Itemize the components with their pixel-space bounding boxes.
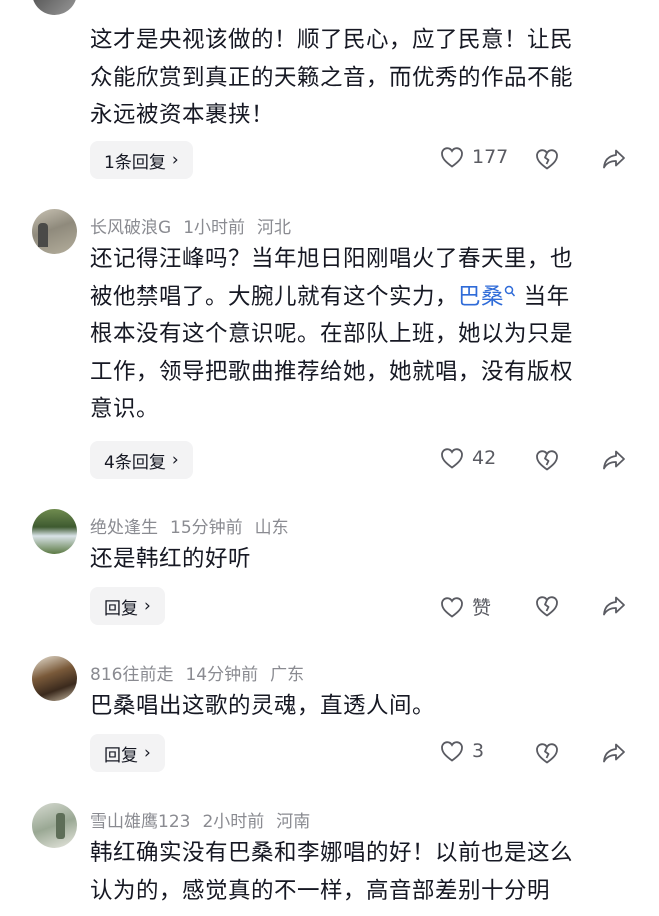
like-count: 42 (472, 447, 497, 469)
like-button[interactable]: 42 (440, 447, 496, 469)
avatar[interactable] (32, 803, 77, 848)
like-count: 赞 (472, 597, 492, 619)
avatar[interactable] (32, 209, 77, 254)
like-button[interactable]: 赞 (440, 593, 491, 620)
share-arrow-icon[interactable] (602, 148, 626, 170)
timestamp: 14分钟前 (185, 665, 259, 685)
timestamp: 15分钟前 (170, 518, 243, 538)
broken-heart-icon[interactable] (535, 595, 559, 617)
location: 河北 (257, 218, 292, 238)
comment-line: 永远被资本裹挟！ (90, 102, 275, 128)
comment-line: 还记得汪峰吗？当年旭日阳刚唱火了春天里，也 (90, 246, 574, 272)
comment-line: 这才是央视该做的！顺了民心，应了民意！让民 (90, 27, 574, 53)
comment-line: 被他禁唱了。大腕儿就有这个实力，巴桑 当年 (90, 279, 635, 317)
avatar[interactable] (32, 509, 77, 554)
broken-heart-icon[interactable] (535, 148, 559, 170)
timestamp: 2小时前 (202, 812, 265, 832)
search-link[interactable]: 巴桑 (458, 284, 516, 310)
username[interactable]: 长风破浪G (90, 218, 171, 238)
like-count: 177 (472, 146, 509, 168)
heart-icon (441, 147, 463, 168)
comment-line: 工作，领导把歌曲推荐给她，她就唱，没有版权 (90, 358, 574, 385)
comment-meta: 绝处逢生 15分钟前 山东 (90, 513, 289, 538)
comment-text: 巴桑唱出这歌的灵魂，直透人间。 (90, 688, 635, 726)
heart-icon (441, 448, 463, 469)
username[interactable]: 绝处逢生 (90, 518, 158, 538)
heart-icon (441, 596, 463, 618)
like-button[interactable]: 3 (440, 740, 484, 762)
comment-line: 认为的，感觉真的不一样，高音部差别十分明 (90, 877, 551, 904)
search-icon (504, 285, 516, 296)
broken-heart-icon[interactable] (535, 449, 559, 471)
comment-meta: 816往前走 14分钟前 广东 (90, 660, 304, 685)
comment-text: 韩红确实没有巴桑和李娜唱的好！以前也是这么 认为的，感觉真的不一样，高音部差别十… (90, 835, 635, 910)
replies-label: 1条回复 (104, 152, 166, 173)
comment-fragment: 被他禁唱了。大腕儿就有这个实力， (90, 283, 459, 310)
username[interactable]: 雪山雄鹰123 (90, 812, 190, 832)
reply-label: 回复 (104, 598, 138, 619)
avatar[interactable] (32, 0, 77, 15)
share-arrow-icon[interactable] (602, 742, 626, 764)
comment-text: 这才是央视该做的！顺了民心，应了民意！让民 众能欣赏到真正的天籁之音，而优秀的作… (90, 22, 635, 135)
location: 河南 (276, 812, 311, 832)
comment-line: 韩红确实没有巴桑和李娜唱的好！以前也是这么 (90, 840, 574, 866)
avatar[interactable] (32, 656, 77, 701)
heart-icon (441, 741, 463, 762)
comment-line: 还是韩红的好听 (90, 546, 252, 572)
like-button[interactable]: 177 (440, 146, 508, 168)
broken-heart-icon[interactable] (535, 742, 559, 764)
chevron-right-icon: › (171, 450, 179, 470)
timestamp: 1小时前 (183, 218, 246, 238)
like-count: 3 (472, 740, 485, 762)
replies-button[interactable]: 4条回复 › (90, 441, 193, 479)
replies-label: 4条回复 (104, 452, 166, 473)
share-arrow-icon[interactable] (602, 449, 626, 471)
search-link-text: 巴桑 (458, 283, 505, 310)
location: 广东 (270, 665, 305, 685)
chevron-right-icon: › (144, 743, 151, 763)
comment-meta: 长风破浪G 1小时前 河北 (90, 213, 291, 238)
replies-button[interactable]: 1条回复 › (90, 141, 193, 179)
location: 山东 (254, 518, 289, 538)
chevron-right-icon: › (144, 596, 151, 616)
comment-text: 还记得汪峰吗？当年旭日阳刚唱火了春天里，也 被他禁唱了。大腕儿就有这个实力，巴桑… (90, 241, 635, 429)
comment-meta: 雪山雄鹰123 2小时前 河南 (90, 807, 310, 832)
chevron-right-icon: › (171, 150, 179, 170)
comment-text: 还是韩红的好听 (90, 541, 635, 579)
share-arrow-icon[interactable] (602, 595, 626, 617)
comment-fragment: 当年 (516, 283, 570, 310)
reply-label: 回复 (104, 745, 138, 766)
reply-button[interactable]: 回复 › (90, 734, 165, 772)
comment-line: 根本没有这个意识呢。在部队上班，她以为只是 (90, 321, 574, 347)
reply-button[interactable]: 回复 › (90, 587, 165, 625)
username[interactable]: 816往前走 (90, 665, 173, 685)
comment-line: 意识。 (90, 396, 160, 422)
comment-line: 众能欣赏到真正的天籁之音，而优秀的作品不能 (90, 64, 574, 91)
comment-line: 巴桑唱出这歌的灵魂，直透人间。 (90, 693, 436, 719)
